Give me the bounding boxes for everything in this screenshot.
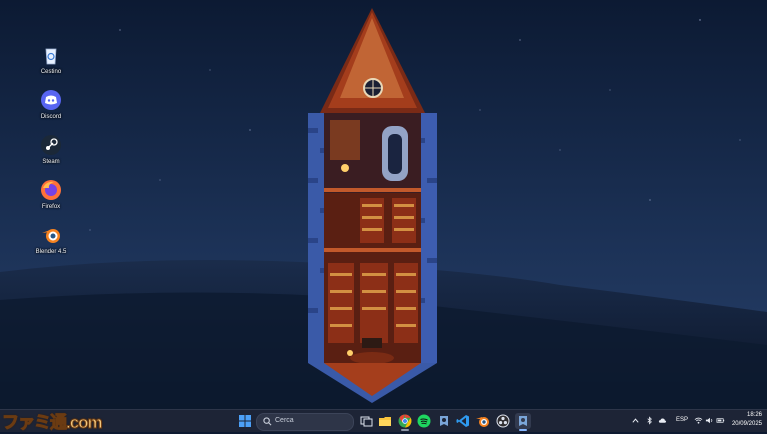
spotify-icon [417,414,431,428]
chrome-icon [398,414,412,428]
file-explorer-icon [379,417,391,426]
recycle-bin-icon [45,48,57,65]
taskbar-chrome[interactable] [397,413,413,431]
search-placeholder: Cerca [275,417,294,424]
battery-icon[interactable] [716,416,725,425]
blender-icon [476,417,489,427]
vscode-icon [456,415,469,427]
clock-time[interactable]: 18:26 [742,412,762,418]
start-button[interactable] [237,413,253,429]
bluetooth-icon[interactable] [645,416,654,425]
search-icon [263,417,272,426]
desktop-icon-label: Steam [42,159,60,165]
chevron-up-icon[interactable] [631,416,640,425]
famitsu-watermark-logo: ファミ通.com [2,413,104,433]
game-icon [440,416,448,426]
clock-date[interactable]: 20/09/2025 [730,421,762,427]
desktop-icon-discord[interactable]: Discord [28,89,74,129]
windows-logo-icon [239,415,251,427]
obs-icon [496,414,510,428]
taskbar: Cerca ESP 18:26 20/09/2025 [0,409,767,432]
wifi-icon[interactable] [694,416,703,425]
taskbar-spotify[interactable] [416,413,432,429]
cloud-icon[interactable] [658,416,667,425]
taskbar-game[interactable] [436,413,452,429]
tower-library-widget [308,8,437,403]
blender-icon [42,229,60,243]
taskbar-file-explorer[interactable] [377,413,393,429]
desktop-icon-recycle-bin[interactable]: Cestino [28,44,74,84]
steam-icon [41,135,61,155]
taskbar-blender[interactable] [475,413,491,429]
taskbar-obs[interactable] [495,413,511,429]
taskbar-task-view[interactable] [358,413,374,429]
desktop-icon-label: Firefox [41,204,61,210]
desktop-icon-label: Blender 4.5 [35,249,67,255]
firefox-icon [41,180,61,200]
volume-icon[interactable] [705,416,714,425]
taskbar-active-app[interactable] [515,413,531,431]
task-view-icon [360,416,373,427]
desktop-icon-firefox[interactable]: Firefox [28,179,74,219]
desktop-icon-label: Cestino [40,69,62,75]
active-app-icon [519,416,527,426]
desktop-icon-label: Discord [40,114,62,120]
discord-icon [41,90,61,110]
language-indicator[interactable]: ESP [676,417,688,423]
search-input[interactable]: Cerca [256,413,354,431]
taskbar-vscode[interactable] [455,413,471,429]
desktop-icon-steam[interactable]: Steam [28,134,74,174]
desktop-icon-blender[interactable]: Blender 4.5 [28,224,74,264]
